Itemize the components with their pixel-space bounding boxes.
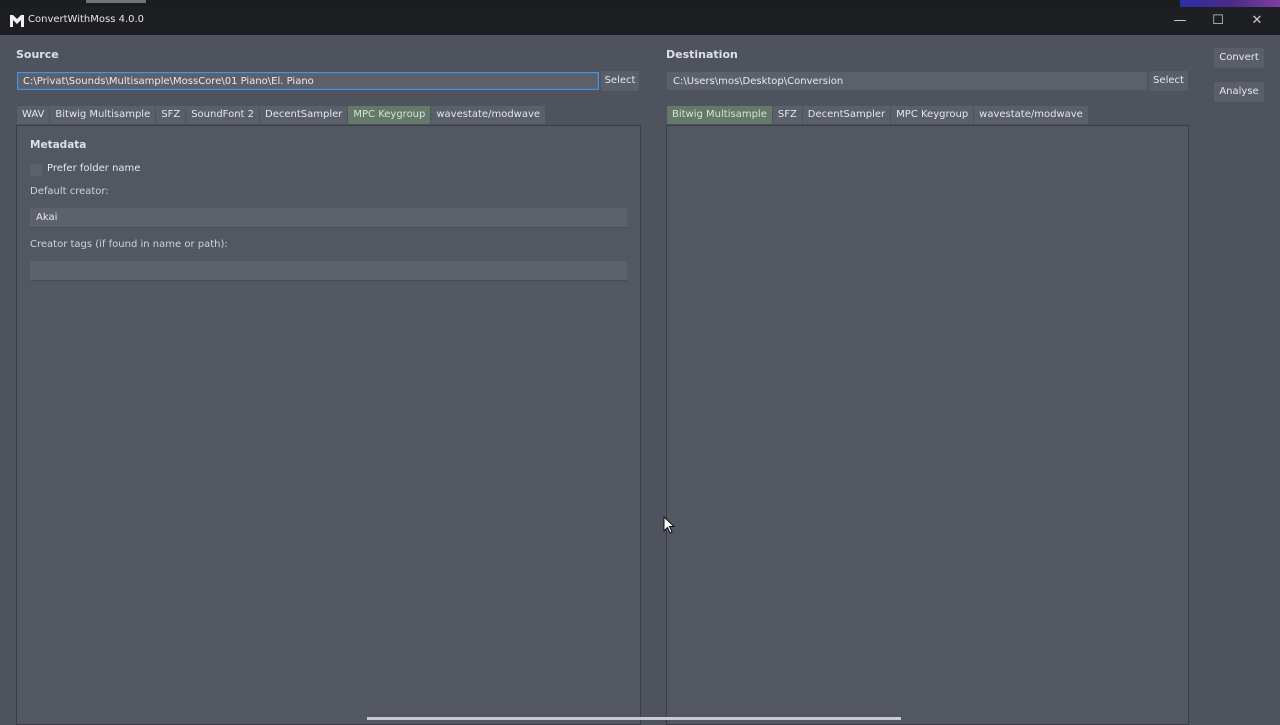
maximize-button[interactable]: ☐ [1203,11,1233,31]
destination-settings-panel [666,125,1189,725]
metadata-heading: Metadata [30,139,87,151]
title-bar[interactable]: ConvertWithMoss 4.0.0 — ☐ ✕ [0,7,1280,35]
source-tab-6[interactable]: wavestate/modwave [431,106,546,124]
source-format-tabs: WAV Bitwig Multisample SFZ SoundFont 2 Decen… [17,106,546,124]
source-tab-0[interactable]: WAV [17,106,50,124]
source-label: Source [16,48,59,61]
destination-tab-3[interactable]: MPC Keygroup [891,106,974,124]
maximize-icon: ☐ [1212,13,1224,28]
destination-label: Destination [666,48,738,61]
close-icon: ✕ [1251,13,1263,28]
analyse-button[interactable]: Analyse [1214,82,1264,102]
destination-select-button[interactable]: Select [1149,71,1188,91]
destination-tab-2[interactable]: DecentSampler [802,106,891,124]
desktop-wallpaper [1180,0,1280,7]
destination-tab-1[interactable]: SFZ [772,106,802,124]
destination-format-tabs: Bitwig Multisample SFZ DecentSampler MPC Ke… [667,106,1088,124]
creator-tags-input[interactable] [30,261,627,281]
prefer-folder-checkbox[interactable] [30,164,42,176]
destination-path-input[interactable]: C:\Users\mos\Desktop\Conversion [667,72,1147,90]
destination-tab-4[interactable]: wavestate/modwave [974,106,1088,124]
source-tab-3[interactable]: SoundFont 2 [186,106,259,124]
source-tab-4[interactable]: DecentSampler [260,106,348,124]
source-tab-2[interactable]: SFZ [156,106,186,124]
creator-tags-label: Creator tags (if found in name or path): [30,239,228,250]
desktop-deco [86,0,146,3]
source-tab-5[interactable]: MPC Keygroup [348,106,431,124]
desktop-strip [0,0,1280,7]
window-title: ConvertWithMoss 4.0.0 [28,14,145,25]
app-icon [10,15,24,27]
close-button[interactable]: ✕ [1242,11,1272,31]
source-tab-1[interactable]: Bitwig Multisample [50,106,156,124]
convert-button[interactable]: Convert [1214,48,1264,68]
source-path-input[interactable]: C:\Privat\Sounds\Multisample\MossCore\01… [17,72,599,90]
prefer-folder-label: Prefer folder name [47,163,141,174]
mouse-cursor-icon [663,516,675,534]
destination-tab-0[interactable]: Bitwig Multisample [667,106,772,124]
minimize-button[interactable]: — [1165,11,1195,31]
minimize-icon: — [1173,13,1187,28]
default-creator-input[interactable]: Akai [30,208,627,228]
default-creator-label: Default creator: [30,186,109,197]
source-select-button[interactable]: Select [601,71,639,91]
